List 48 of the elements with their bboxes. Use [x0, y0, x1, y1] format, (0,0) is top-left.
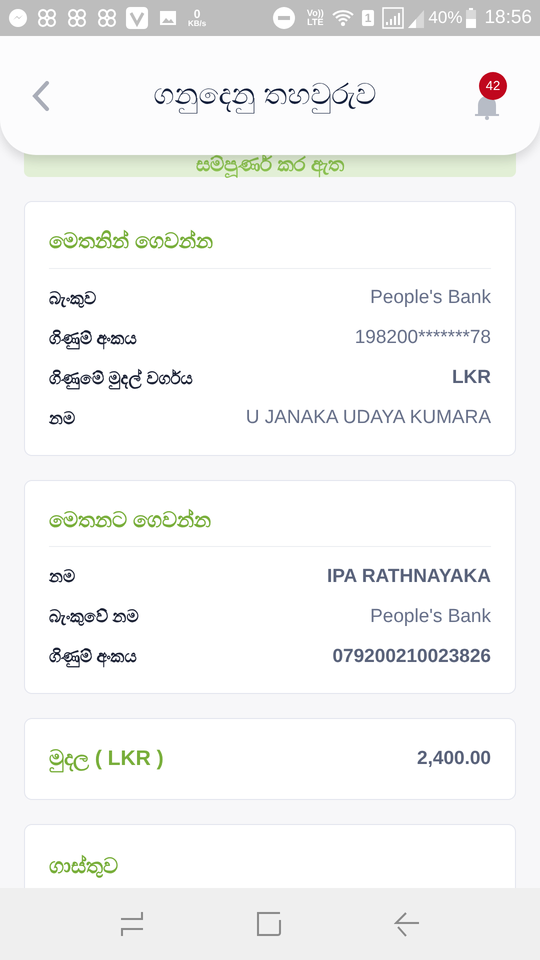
row-label: ගිණුම් අංකය	[49, 328, 137, 352]
row-label: බැංකුව	[49, 288, 96, 310]
app-notification-icon	[66, 7, 88, 29]
recent-apps-button[interactable]	[120, 911, 144, 937]
do-not-disturb-icon	[272, 7, 295, 29]
signal-icon	[382, 7, 404, 29]
amount-label: මුදල ( LKR )	[49, 746, 164, 774]
row-value: U JANAKA UDAYA KUMARA	[246, 406, 491, 430]
amount-value: 2,400.00	[417, 746, 491, 771]
wifi-icon	[332, 9, 354, 27]
row-label: ගිණුම් අංකය	[49, 646, 137, 670]
row-value: People's Bank	[370, 604, 491, 629]
row-label: ගිණුමේ මුදල් වර්ගය	[49, 368, 192, 392]
battery-icon	[466, 8, 476, 28]
app-notification-icon	[96, 7, 118, 29]
back-nav-button[interactable]	[394, 911, 420, 937]
notification-button[interactable]: 42	[474, 72, 508, 120]
signal-icon	[408, 8, 424, 28]
image-icon	[160, 11, 176, 25]
speed-value: 0	[194, 8, 200, 20]
card-title: මෙතනට ගෙවන්න	[49, 504, 491, 547]
speed-unit: KB/s	[188, 20, 206, 28]
row-label: නම	[49, 408, 75, 430]
volte-label: Vo))	[306, 9, 324, 18]
card-title: මෙතනින් ගෙවන්න	[49, 226, 491, 268]
notification-badge: 42	[479, 72, 507, 100]
row-value: LKR	[452, 366, 491, 390]
back-icon	[32, 80, 50, 110]
lte-label: LTE	[307, 18, 324, 27]
banner-text: සම්පූර්ණ කර ඇත	[196, 153, 344, 177]
home-icon	[256, 911, 282, 937]
row-label: බැංකුවේ නම	[49, 606, 139, 628]
sim-indicator: 1	[362, 10, 374, 26]
row-value: 198200*******78	[354, 326, 491, 350]
recent-apps-icon	[120, 911, 144, 937]
battery-percent: 40%	[428, 7, 462, 30]
back-arrow-icon	[394, 911, 420, 937]
row-value: People's Bank	[370, 286, 491, 310]
clock: 18:56	[484, 6, 532, 30]
messenger-icon	[8, 8, 28, 28]
row-value: IPA RATHNAYAKA	[327, 564, 491, 589]
row-label: නම	[49, 566, 75, 588]
card-title: ගාස්තුව	[49, 855, 118, 878]
row-value: 079200210023826	[332, 644, 491, 669]
page-title: ගනුදෙනු තහවුරුව	[153, 74, 377, 118]
home-button[interactable]	[256, 911, 282, 937]
v-app-icon	[126, 7, 148, 29]
app-notification-icon	[36, 7, 58, 29]
